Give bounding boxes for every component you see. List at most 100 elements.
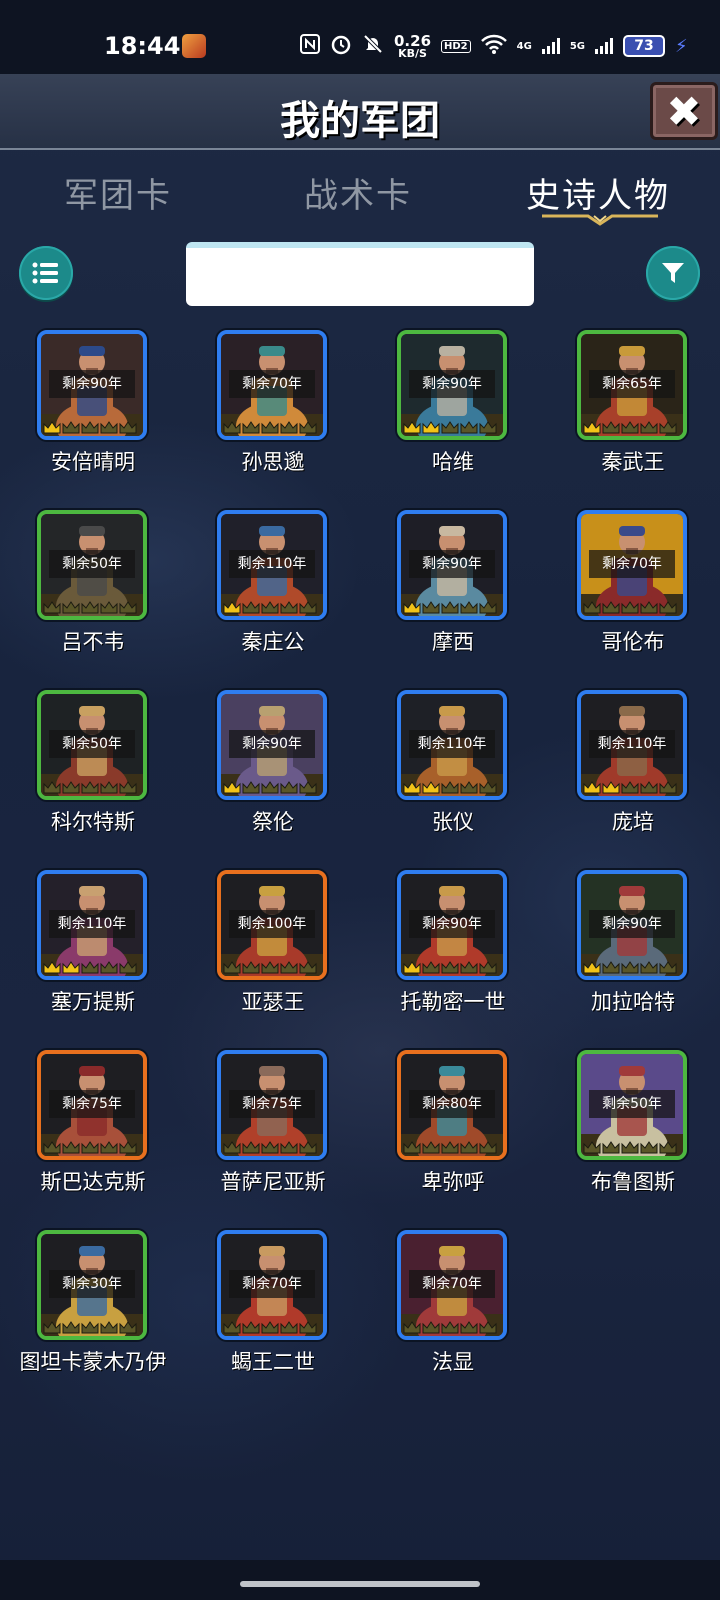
crown-empty-icon [422, 961, 440, 974]
crown-empty-icon [119, 601, 137, 614]
star-rating [43, 780, 137, 794]
crown-empty-icon [242, 961, 260, 974]
filter-button[interactable] [646, 246, 700, 300]
crown-filled-icon [403, 961, 421, 974]
remaining-years-label: 剩余70年 [229, 1270, 315, 1298]
character-card[interactable]: 剩余50年 吕不韦 [37, 510, 149, 654]
home-indicator[interactable] [240, 1581, 480, 1587]
crown-empty-icon [441, 1321, 459, 1334]
character-card[interactable]: 剩余110年庞培 [577, 690, 689, 834]
character-card[interactable]: 剩余70年 孙思邈 [217, 330, 329, 474]
character-portrait: 剩余70年 [217, 330, 327, 440]
hd-badge: HD2 [441, 39, 471, 53]
character-name: 哈维 [432, 450, 474, 474]
crown-empty-icon [403, 1141, 421, 1154]
crown-empty-icon [81, 781, 99, 794]
character-name: 蝎王二世 [231, 1350, 315, 1374]
search-input[interactable] [186, 242, 534, 306]
crown-filled-icon [223, 601, 241, 614]
crown-empty-icon [441, 421, 459, 434]
crown-empty-icon [100, 781, 118, 794]
mute-icon [362, 33, 384, 59]
character-card[interactable]: 剩余70年 哥伦布 [577, 510, 689, 654]
character-portrait: 剩余110年 [577, 690, 687, 800]
character-name: 普萨尼亚斯 [220, 1170, 326, 1194]
tab-tactic-cards[interactable]: 战术卡 [304, 168, 412, 217]
character-card[interactable]: 剩余65年 秦武王 [577, 330, 689, 474]
character-portrait: 剩余70年 [397, 1230, 507, 1340]
crown-empty-icon [242, 1141, 260, 1154]
crown-empty-icon [460, 781, 478, 794]
star-rating [403, 960, 497, 974]
character-name: 祭伦 [252, 810, 294, 834]
crown-empty-icon [621, 421, 639, 434]
crown-empty-icon [460, 421, 478, 434]
net-speed-value: 0.26 [394, 31, 432, 50]
remaining-years-label: 剩余75年 [229, 1090, 315, 1118]
star-rating [583, 600, 677, 614]
list-view-button[interactable] [19, 246, 73, 300]
character-card[interactable]: 剩余90年 祭伦 [217, 690, 329, 834]
crown-empty-icon [43, 1141, 61, 1154]
crown-empty-icon [659, 961, 677, 974]
crown-empty-icon [299, 601, 317, 614]
signal-icon-2 [595, 38, 613, 54]
crown-empty-icon [100, 961, 118, 974]
character-card[interactable]: 剩余75年斯巴达克斯 [37, 1050, 149, 1194]
network-4g: 4G [516, 40, 532, 52]
character-card[interactable]: 剩余30年 图坦卡蒙木乃伊 [20, 1230, 167, 1374]
character-card[interactable]: 剩余50年科尔特斯 [37, 690, 149, 834]
crown-empty-icon [242, 781, 260, 794]
remaining-years-label: 剩余80年 [409, 1090, 495, 1118]
crown-empty-icon [422, 601, 440, 614]
character-card[interactable]: 剩余90年 托勒密一世 [397, 870, 509, 1014]
remaining-years-label: 剩余110年 [589, 730, 675, 758]
crown-empty-icon [602, 601, 620, 614]
crown-empty-icon [441, 781, 459, 794]
character-card[interactable]: 剩余50年 布鲁图斯 [577, 1050, 689, 1194]
remaining-years-label: 剩余50年 [49, 550, 135, 578]
crown-empty-icon [640, 1141, 658, 1154]
crown-empty-icon [621, 601, 639, 614]
crown-empty-icon [659, 781, 677, 794]
character-portrait: 剩余90年 [397, 870, 507, 980]
character-card[interactable]: 剩余110年 秦庄公 [217, 510, 329, 654]
tab-epic-characters[interactable]: 史诗人物 [526, 168, 670, 217]
crown-empty-icon [43, 601, 61, 614]
character-card[interactable]: 剩余90年 哈维 [397, 330, 509, 474]
crown-filled-icon [602, 781, 620, 794]
character-card[interactable]: 剩余110年 张仪 [397, 690, 509, 834]
close-button[interactable]: ✖ [650, 82, 718, 140]
character-card[interactable]: 剩余100年 亚瑟王 [217, 870, 329, 1014]
crown-empty-icon [62, 781, 80, 794]
character-name: 庞培 [612, 810, 654, 834]
crown-empty-icon [81, 601, 99, 614]
character-name: 布鲁图斯 [591, 1170, 675, 1194]
character-name: 斯巴达克斯 [40, 1170, 146, 1194]
character-portrait: 剩余50年 [37, 690, 147, 800]
crown-empty-icon [460, 601, 478, 614]
crown-empty-icon [640, 601, 658, 614]
crown-empty-icon [602, 421, 620, 434]
remaining-years-label: 剩余90年 [589, 910, 675, 938]
crown-empty-icon [223, 1141, 241, 1154]
character-card[interactable]: 剩余70年蝎王二世 [217, 1230, 329, 1374]
character-card[interactable]: 剩余80年 卑弥呼 [397, 1050, 509, 1194]
character-card[interactable]: 剩余90年 加拉哈特 [577, 870, 689, 1014]
character-portrait: 剩余75年 [37, 1050, 147, 1160]
character-name: 科尔特斯 [51, 810, 135, 834]
star-rating [43, 1320, 137, 1334]
character-card[interactable]: 剩余90年 摩西 [397, 510, 509, 654]
crown-empty-icon [621, 1141, 639, 1154]
character-card[interactable]: 剩余70年 法显 [397, 1230, 509, 1374]
crown-empty-icon [119, 961, 137, 974]
character-portrait: 剩余90年 [37, 330, 147, 440]
character-card[interactable]: 剩余110年 塞万提斯 [37, 870, 149, 1014]
character-card[interactable]: 剩余75年普萨尼亚斯 [217, 1050, 329, 1194]
tab-legion-cards[interactable]: 军团卡 [64, 168, 172, 217]
crown-filled-icon [43, 961, 61, 974]
star-rating [43, 960, 137, 974]
crown-empty-icon [280, 421, 298, 434]
crown-empty-icon [299, 961, 317, 974]
character-card[interactable]: 剩余90年 安倍晴明 [37, 330, 149, 474]
